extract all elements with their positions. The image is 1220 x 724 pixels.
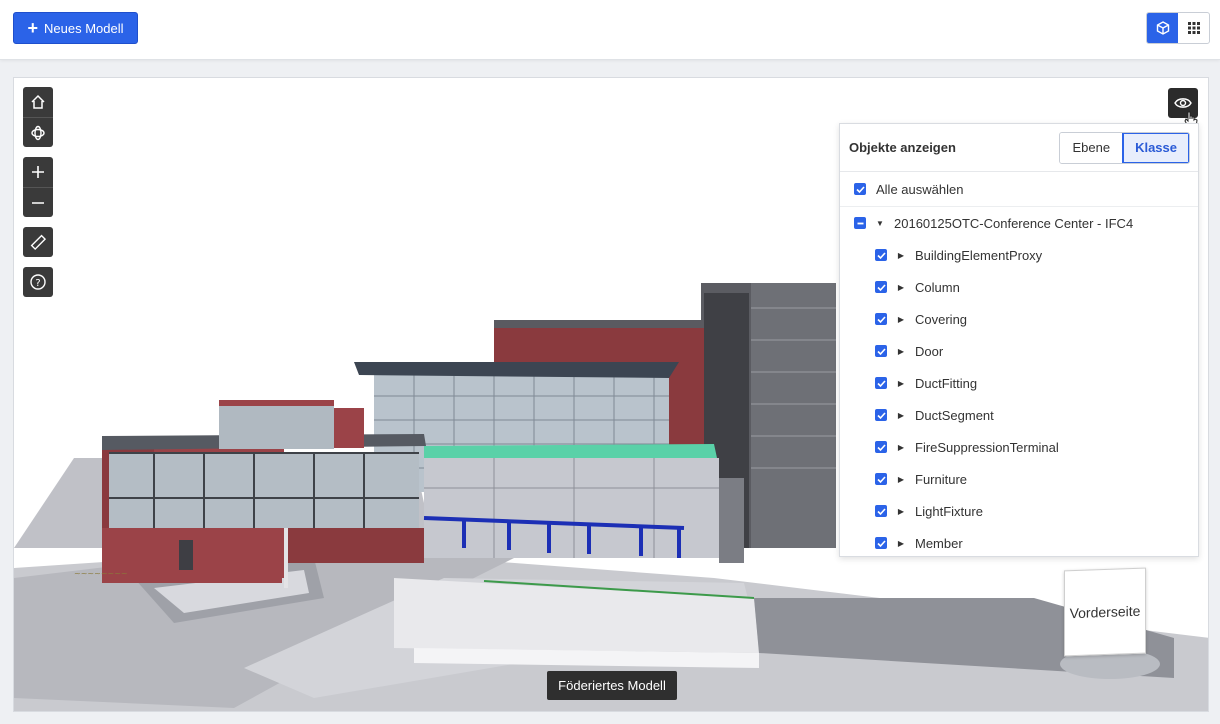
caret-right-icon[interactable]: ▶ (897, 347, 905, 356)
class-item-checkbox[interactable] (875, 377, 887, 389)
caret-right-icon[interactable]: ▶ (897, 315, 905, 324)
check-icon (876, 315, 886, 323)
class-item-row[interactable]: ▶ Member (840, 527, 1198, 556)
class-item-row[interactable]: ▶ Furniture (840, 463, 1198, 495)
view-grid-button[interactable] (1178, 13, 1209, 43)
check-icon (876, 507, 886, 515)
class-item-row[interactable]: ▶ FireSuppressionTerminal (840, 431, 1198, 463)
class-item-label: Door (915, 343, 944, 359)
class-item-label: Column (915, 279, 960, 295)
object-visibility-panel: Objekte anzeigen Ebene Klasse Alle auswä… (839, 123, 1199, 557)
class-item-label: BuildingElementProxy (915, 247, 1043, 263)
caret-right-icon[interactable]: ▶ (897, 507, 905, 516)
class-item-checkbox[interactable] (875, 537, 887, 549)
view-3d-button[interactable] (1147, 13, 1178, 43)
class-item-checkbox[interactable] (875, 345, 887, 357)
svg-text:?: ? (35, 278, 40, 289)
navigation-group (23, 87, 53, 147)
class-item-row[interactable]: ▶ Column (840, 271, 1198, 303)
class-item-label: LightFixture (915, 503, 983, 519)
view-mode-toggle (1146, 12, 1210, 44)
plus-icon: + (27, 18, 38, 38)
panel-header: Objekte anzeigen Ebene Klasse (840, 124, 1198, 172)
federated-model-label: Föderiertes Modell (547, 671, 677, 700)
grouping-toggle: Ebene Klasse (1059, 131, 1190, 164)
class-item-label: DuctSegment (915, 407, 994, 423)
check-icon (876, 411, 886, 419)
root-label: 20160125OTC-Conference Center - IFC4 (894, 215, 1134, 231)
select-all-row[interactable]: Alle auswählen (840, 172, 1198, 207)
caret-down-icon[interactable]: ▼ (876, 219, 884, 228)
caret-right-icon[interactable]: ▶ (897, 411, 905, 420)
grid-icon (1187, 22, 1200, 34)
caret-right-icon[interactable]: ▶ (897, 475, 905, 484)
viewer-toolbar: ? (23, 87, 53, 307)
class-item-row[interactable]: ▶ DuctSegment (840, 399, 1198, 431)
class-list: ▶ BuildingElementProxy ▶ Column ▶ Covering ▶ Do… (840, 239, 1198, 556)
orbit-button[interactable] (23, 117, 53, 147)
home-icon (31, 94, 45, 109)
orbit-icon (31, 125, 45, 140)
root-checkbox-indeterminate[interactable] (854, 217, 866, 229)
navigation-cube[interactable]: Vorderseite (1060, 567, 1160, 679)
caret-right-icon[interactable]: ▶ (897, 539, 905, 548)
zoom-group (23, 157, 53, 217)
check-icon (876, 283, 886, 291)
3d-viewer[interactable]: ~~~~~~~~ ? Objekte anzeigen Ebene Klasse… (13, 77, 1209, 712)
class-item-checkbox[interactable] (875, 505, 887, 517)
top-bar: + Neues Modell (0, 0, 1220, 60)
class-item-checkbox[interactable] (875, 441, 887, 453)
zoom-in-icon (32, 166, 44, 178)
class-item-row[interactable]: ▶ Door (840, 335, 1198, 367)
new-model-button[interactable]: + Neues Modell (13, 12, 138, 44)
measure-button[interactable] (23, 227, 53, 257)
check-icon (876, 251, 886, 259)
caret-right-icon[interactable]: ▶ (897, 251, 905, 260)
class-item-checkbox[interactable] (875, 281, 887, 293)
class-item-row[interactable]: ▶ BuildingElementProxy (840, 239, 1198, 271)
check-icon (876, 539, 886, 547)
minus-icon (857, 222, 863, 224)
navcube-front-face[interactable]: Vorderseite (1064, 567, 1146, 657)
tab-klasse[interactable]: Klasse (1122, 132, 1189, 163)
zoom-out-button[interactable] (23, 187, 53, 217)
caret-right-icon[interactable]: ▶ (897, 283, 905, 292)
new-model-label: Neues Modell (44, 20, 124, 36)
caret-right-icon[interactable]: ▶ (897, 443, 905, 452)
class-item-checkbox[interactable] (875, 313, 887, 325)
help-icon: ? (30, 274, 46, 290)
check-icon (855, 185, 865, 193)
measure-icon (30, 234, 47, 251)
check-icon (876, 347, 886, 355)
eye-icon (1174, 98, 1192, 108)
class-item-row[interactable]: ▶ LightFixture (840, 495, 1198, 527)
help-button[interactable]: ? (23, 267, 53, 297)
svg-text:~~~~~~~~: ~~~~~~~~ (74, 569, 128, 578)
zoom-in-button[interactable] (23, 157, 53, 187)
measure-group (23, 227, 53, 257)
tab-ebene[interactable]: Ebene (1060, 132, 1123, 163)
class-item-label: Furniture (915, 471, 968, 487)
check-icon (876, 443, 886, 451)
help-group: ? (23, 267, 53, 297)
home-button[interactable] (23, 87, 53, 117)
class-item-label: DuctFitting (915, 375, 978, 391)
tree-root-row[interactable]: ▼ 20160125OTC-Conference Center - IFC4 (840, 207, 1198, 239)
cube-icon (1156, 21, 1169, 35)
select-all-checkbox[interactable] (854, 183, 866, 195)
class-item-checkbox[interactable] (875, 473, 887, 485)
caret-right-icon[interactable]: ▶ (897, 379, 905, 388)
check-icon (876, 379, 886, 387)
zoom-out-icon (32, 201, 44, 204)
class-item-label: FireSuppressionTerminal (915, 439, 1059, 455)
class-item-checkbox[interactable] (875, 249, 887, 261)
check-icon (876, 475, 886, 483)
class-item-label: Member (915, 535, 963, 551)
select-all-label: Alle auswählen (876, 181, 964, 197)
class-item-row[interactable]: ▶ DuctFitting (840, 367, 1198, 399)
panel-title: Objekte anzeigen (849, 140, 956, 155)
class-item-checkbox[interactable] (875, 409, 887, 421)
class-item-row[interactable]: ▶ Covering (840, 303, 1198, 335)
class-item-label: Covering (915, 311, 968, 327)
